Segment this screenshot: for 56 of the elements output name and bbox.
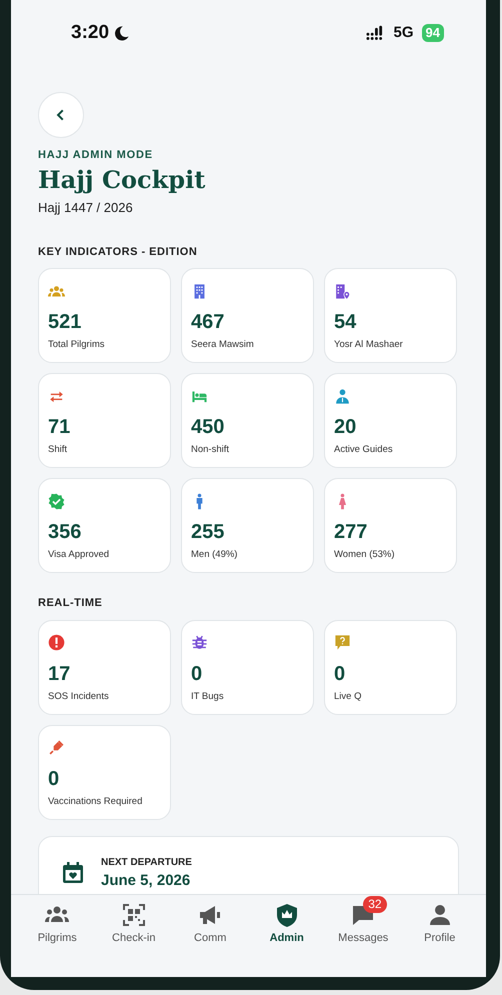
indicator-label: IT Bugs — [191, 690, 225, 704]
departure-label: NEXT DEPARTURE — [101, 856, 192, 870]
network-label: 5G — [394, 22, 414, 43]
indicator-value: 521 — [48, 312, 82, 332]
section-heading: REAL-TIME — [38, 596, 104, 612]
indicator-label: Vaccinations Required — [48, 794, 144, 809]
battery-indicator: 94 — [422, 24, 444, 42]
indicator-value: 0 — [334, 664, 346, 684]
indicator-label: Visa Approved — [48, 548, 110, 562]
tab-bar-item[interactable]: Admin — [248, 895, 325, 946]
page-title: Hajj Cockpit — [38, 166, 206, 194]
tab-bar-item[interactable]: Pilgrims — [19, 895, 96, 946]
indicator-value: 54 — [334, 312, 358, 332]
indicator-label: Total Pilgrims — [48, 338, 106, 352]
page-subtitle: Hajj 1447 / 2026 — [38, 199, 134, 218]
check-badge-icon — [48, 492, 65, 510]
qr-code-icon — [122, 903, 146, 927]
indicator-label: Yosr Al Mashaer — [334, 338, 404, 352]
guide-icon — [334, 388, 351, 405]
tab-bar-item[interactable]: Check-in — [96, 895, 172, 946]
back-button[interactable] — [38, 92, 84, 138]
indicator-value: 356 — [48, 522, 82, 542]
indicator-label: Active Guides — [334, 443, 394, 458]
shield-crown-icon — [274, 903, 299, 927]
status-time: 3:20 — [71, 20, 110, 45]
indicator-label: SOS Incidents — [48, 690, 110, 704]
indicator-value: 277 — [334, 522, 368, 542]
indicator-label: Non-shift — [191, 443, 230, 458]
indicator-value: 450 — [191, 417, 226, 438]
tab-bar-item[interactable]: Profile — [402, 895, 478, 946]
indicator-label: Seera Mawsim — [191, 338, 255, 352]
tab-bar-item[interactable]: 32 Messages — [325, 895, 402, 946]
building-pin-icon — [334, 282, 351, 300]
alert-icon — [48, 634, 65, 652]
indicator-value: 71 — [48, 417, 72, 438]
section-heading: KEY INDICATORS - EDITION — [38, 244, 198, 260]
tab-bar-item[interactable]: Comm — [172, 895, 248, 946]
indicator-label: Women (53%) — [334, 548, 396, 562]
indicator-value: 0 — [48, 768, 60, 789]
indicator-value: 467 — [191, 312, 226, 332]
question-bubble-icon — [334, 634, 351, 652]
person-icon — [428, 903, 452, 927]
indicator-label: Shift — [48, 443, 68, 458]
mode-label: HAJJ ADMIN MODE — [38, 148, 154, 163]
indicator-value: 17 — [48, 664, 72, 684]
unread-count-badge: 32 — [363, 896, 387, 913]
departure-date: June 5, 2026 — [101, 870, 192, 891]
megaphone-icon — [198, 903, 222, 927]
indicator-value: 255 — [191, 522, 226, 542]
calendar-heart-icon — [61, 861, 85, 886]
moon-icon — [113, 24, 130, 42]
indicator-label: Men (49%) — [191, 548, 238, 562]
indicator-label: Live Q — [334, 690, 362, 704]
bug-icon — [191, 634, 208, 652]
indicator-value: 0 — [191, 664, 204, 684]
indicator-value: 20 — [334, 417, 358, 438]
